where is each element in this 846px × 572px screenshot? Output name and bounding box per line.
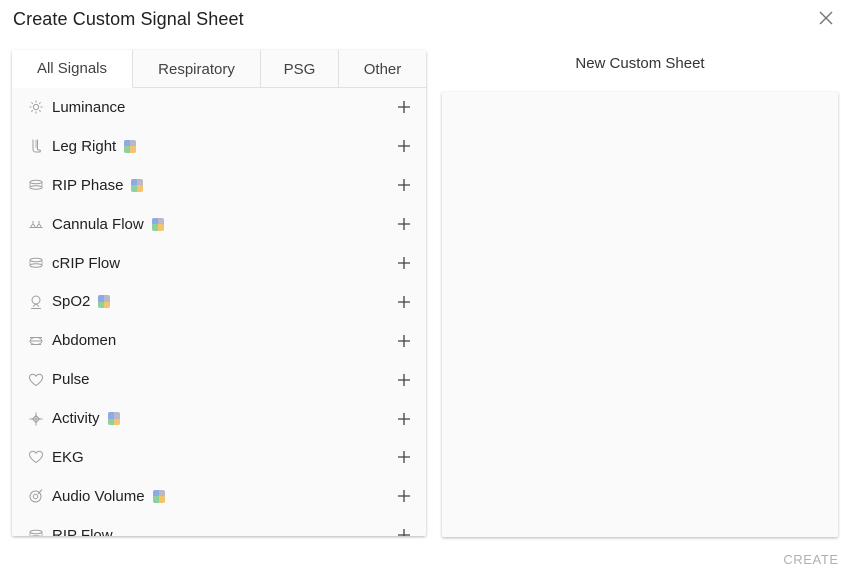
add-signal-button[interactable] — [396, 411, 412, 427]
signal-label: RIP Phase — [52, 176, 124, 194]
device-chip-icon — [124, 139, 137, 153]
activity-icon — [28, 411, 44, 427]
plus-icon — [398, 257, 410, 269]
signal-label: Cannula Flow — [52, 215, 144, 233]
signal-list: Luminance Leg Right RIP Phase Cannula Flow c… — [12, 88, 426, 536]
plus-icon — [398, 451, 410, 464]
signal-list-item[interactable]: Abdomen — [12, 321, 426, 360]
add-signal-button[interactable] — [396, 216, 412, 232]
signal-label: Leg Right — [52, 137, 117, 155]
tab-other[interactable]: Other — [339, 50, 426, 88]
signal-list-item[interactable]: SpO2 — [12, 282, 426, 321]
device-chip-icon — [152, 489, 165, 503]
device-chip-icon — [131, 178, 144, 192]
add-signal-button[interactable] — [396, 99, 412, 115]
signal-list-item[interactable]: Cannula Flow — [12, 205, 426, 244]
tab-psg[interactable]: PSG — [261, 50, 339, 88]
device-chip-icon — [107, 412, 120, 426]
add-signal-button[interactable] — [396, 138, 412, 154]
signal-label: RIP Flow — [52, 526, 113, 536]
plus-icon — [398, 412, 410, 425]
abdomen-icon — [28, 333, 44, 349]
signal-label: Activity — [52, 410, 100, 428]
leg-icon — [28, 138, 44, 154]
signal-list-item[interactable]: Leg Right — [12, 127, 426, 166]
signal-list-item[interactable]: EKG — [12, 438, 426, 477]
heart-icon — [28, 372, 44, 388]
cannula-icon — [28, 216, 44, 232]
signal-category-tabs: All Signals Respiratory PSG Other — [12, 50, 426, 88]
signal-label: Audio Volume — [52, 487, 145, 505]
sun-icon — [28, 99, 44, 115]
create-button[interactable]: CREATE — [776, 552, 846, 572]
rip-band-icon — [28, 177, 44, 193]
add-signal-button[interactable] — [396, 333, 412, 349]
plus-icon — [398, 529, 410, 536]
device-chip-icon — [98, 295, 111, 309]
signal-list-item[interactable]: Luminance — [12, 88, 426, 127]
add-signal-button[interactable] — [396, 294, 412, 310]
add-signal-button[interactable] — [396, 372, 412, 388]
tab-respiratory[interactable]: Respiratory — [133, 50, 261, 88]
signal-label: Luminance — [52, 98, 126, 116]
add-signal-button[interactable] — [396, 527, 412, 536]
add-signal-button[interactable] — [396, 177, 412, 193]
rip-band-icon — [28, 255, 44, 271]
signal-label: SpO2 — [52, 293, 91, 311]
audio-icon — [28, 488, 44, 504]
plus-icon — [398, 140, 410, 153]
signal-list-item[interactable]: Activity — [12, 399, 426, 438]
add-signal-button[interactable] — [396, 449, 412, 465]
signal-list-item[interactable]: cRIP Flow — [12, 244, 426, 283]
rip-band-icon — [28, 527, 44, 536]
signal-label: Abdomen — [52, 332, 117, 350]
add-signal-button[interactable] — [396, 488, 412, 504]
plus-icon — [398, 218, 410, 231]
plus-icon — [398, 101, 410, 114]
close-button[interactable] — [814, 6, 838, 30]
plus-icon — [398, 334, 410, 347]
tab-all-signals[interactable]: All Signals — [12, 50, 133, 88]
signal-list-item[interactable]: Pulse — [12, 360, 426, 399]
plus-icon — [398, 295, 410, 308]
dialog-title: Create Custom Signal Sheet — [13, 9, 244, 29]
plus-icon — [398, 373, 410, 386]
signal-list-item[interactable]: RIP Phase — [12, 166, 426, 205]
signal-list-item[interactable]: Audio Volume — [12, 477, 426, 516]
signal-label: cRIP Flow — [52, 254, 121, 272]
new-sheet-title: New Custom Sheet — [575, 55, 705, 72]
add-signal-button[interactable] — [396, 255, 412, 271]
signal-label: Pulse — [52, 371, 90, 389]
close-icon — [819, 11, 833, 25]
plus-icon — [398, 490, 410, 503]
signal-list-item[interactable]: RIP Flow — [12, 516, 426, 536]
signal-label: EKG — [52, 448, 84, 466]
signal-library-panel: All Signals Respiratory PSG Other Lumina… — [12, 50, 426, 536]
plus-icon — [398, 179, 410, 192]
heart-icon — [28, 449, 44, 465]
new-sheet-drop-area[interactable] — [442, 92, 838, 537]
device-chip-icon — [151, 217, 164, 231]
oximeter-icon — [28, 294, 44, 310]
